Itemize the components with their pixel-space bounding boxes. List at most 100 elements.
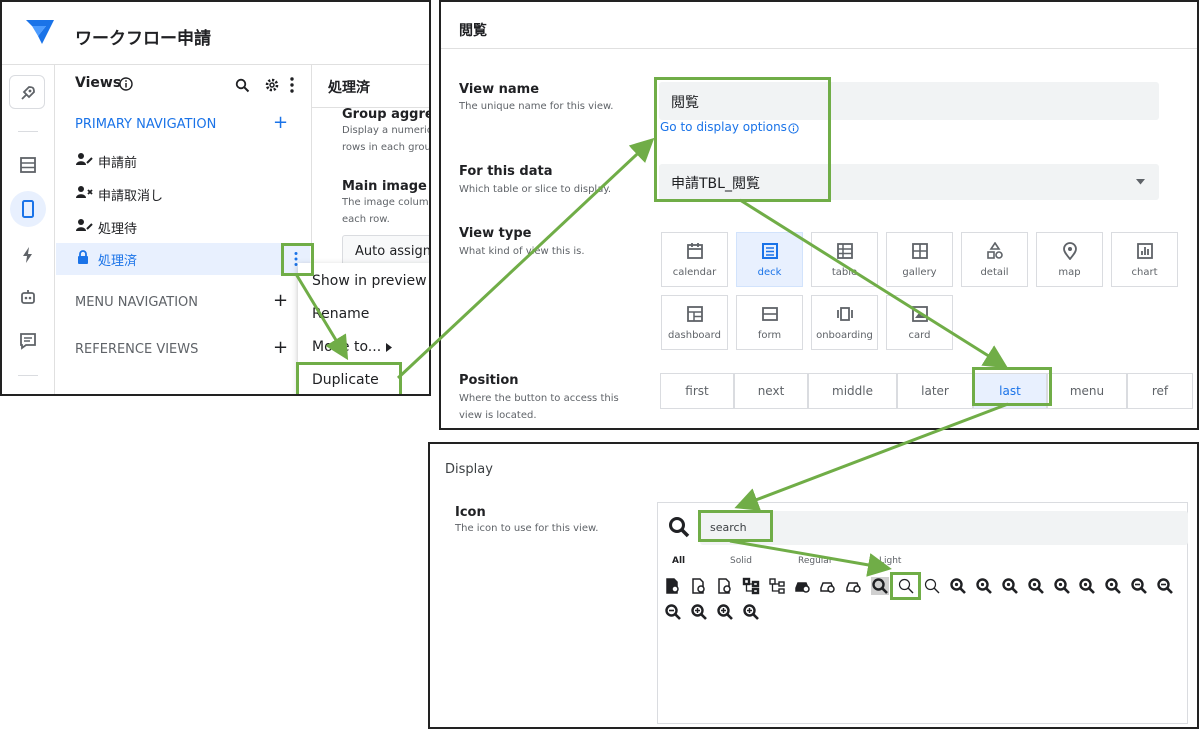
gallery-icon	[912, 243, 928, 259]
gear-icon[interactable]	[264, 77, 280, 93]
group-aggregate-desc: rows in each grou	[342, 142, 431, 153]
car-search-icon[interactable]	[794, 577, 812, 595]
file-search-icon[interactable]	[690, 577, 708, 595]
highlight-box	[281, 243, 314, 276]
menu-rename[interactable]: Rename	[312, 306, 369, 322]
zoom-icon[interactable]	[1053, 577, 1071, 595]
position-desc: Where the button to access this	[459, 393, 619, 404]
position-desc: view is located.	[459, 410, 537, 421]
search-icon[interactable]	[235, 78, 250, 93]
icon-label: Icon	[455, 505, 486, 520]
group-aggregate-desc: Display a numeric	[342, 125, 431, 136]
car-search-icon[interactable]	[819, 577, 837, 595]
icon-tab-regular[interactable]: Regular	[798, 556, 833, 566]
position-menu[interactable]: menu	[1047, 373, 1127, 409]
menu-show-in-preview[interactable]: Show in preview	[312, 273, 427, 289]
view-type-label: View type	[459, 226, 532, 241]
nav-item-2[interactable]: 処理待	[56, 211, 310, 241]
chart-icon	[1137, 243, 1153, 259]
more-vert-icon[interactable]	[289, 76, 295, 94]
view-type-label-text: calendar	[672, 267, 717, 278]
file-search-icon[interactable]	[716, 577, 734, 595]
bolt-icon[interactable]	[16, 243, 40, 267]
view-type-deck-selected[interactable]: deck	[736, 232, 803, 287]
zoom-out-icon[interactable]	[1130, 577, 1148, 595]
rail-divider	[18, 131, 38, 132]
zoom-icon[interactable]	[1001, 577, 1019, 595]
robot-icon[interactable]	[16, 285, 40, 309]
view-type-onboarding[interactable]: onboarding	[811, 295, 878, 350]
zoom-in-icon[interactable]	[690, 603, 708, 621]
add-menu-view-button[interactable]: +	[273, 290, 288, 311]
zoom-out-icon[interactable]	[664, 603, 682, 621]
position-first[interactable]: first	[660, 373, 734, 409]
rail-views-button[interactable]	[10, 191, 46, 227]
views-panel: ワークフロー申請 Views PRIMARY NAVIGATION + 申請前 …	[0, 0, 431, 396]
rail-launch-button[interactable]	[9, 75, 45, 109]
view-type-dashboard[interactable]: dashboard	[661, 295, 728, 350]
user-edit-icon	[76, 219, 93, 231]
icon-tab-all[interactable]: All	[672, 556, 685, 566]
reference-views-heading: REFERENCE VIEWS	[75, 342, 199, 357]
view-type-label-text: dashboard	[668, 330, 721, 341]
caret-right-icon	[386, 343, 392, 352]
view-type-chart[interactable]: chart	[1111, 232, 1178, 287]
tree-icon[interactable]	[742, 577, 760, 595]
search-icon[interactable]	[871, 577, 890, 595]
zoom-icon[interactable]	[1078, 577, 1096, 595]
search-icon[interactable]	[923, 577, 941, 595]
car-search-icon[interactable]	[845, 577, 863, 595]
main-image-desc: each row.	[342, 214, 390, 225]
view-type-card[interactable]: card	[886, 295, 953, 350]
search-icon	[669, 517, 690, 538]
icon-search-input[interactable]: search	[700, 511, 1188, 545]
map-pin-icon	[1063, 242, 1077, 260]
nav-item-label: 処理済	[98, 254, 138, 269]
add-primary-view-button[interactable]: +	[273, 112, 288, 133]
view-type-label-text: card	[908, 330, 931, 341]
nav-item-1[interactable]: 申請取消し	[56, 178, 310, 208]
info-icon[interactable]	[119, 77, 133, 91]
view-type-gallery[interactable]: gallery	[886, 232, 953, 287]
zoom-icon[interactable]	[975, 577, 993, 595]
position-later[interactable]: later	[897, 373, 973, 409]
zoom-icon[interactable]	[949, 577, 967, 595]
zoom-in-icon[interactable]	[742, 603, 760, 621]
position-middle[interactable]: middle	[808, 373, 897, 409]
zoom-icon[interactable]	[1027, 577, 1045, 595]
nav-item-label: 処理待	[98, 222, 138, 237]
for-data-desc: Which table or slice to display.	[459, 184, 612, 195]
nav-item-3-selected[interactable]: 処理済	[56, 243, 310, 275]
lock-icon	[78, 250, 88, 264]
view-settings-panel: 閲覧 View name The unique name for this vi…	[439, 0, 1199, 430]
view-type-form[interactable]: form	[736, 295, 803, 350]
group-aggregate-label: Group aggrega	[342, 107, 429, 122]
icon-tab-solid[interactable]: Solid	[730, 556, 752, 566]
form-icon	[762, 307, 778, 321]
tree-icon[interactable]	[768, 577, 786, 595]
view-type-table[interactable]: table	[811, 232, 878, 287]
table-icon[interactable]	[16, 153, 40, 177]
menu-move-to[interactable]: Move to...	[312, 339, 381, 355]
zoom-out-icon[interactable]	[1156, 577, 1174, 595]
view-name-label: View name	[459, 82, 540, 97]
position-next[interactable]: next	[734, 373, 808, 409]
icon-tab-light[interactable]: Light	[879, 556, 901, 566]
highlight-box	[296, 362, 402, 394]
view-type-map[interactable]: map	[1036, 232, 1103, 287]
position-ref[interactable]: ref	[1127, 373, 1193, 409]
primary-nav-heading: PRIMARY NAVIGATION	[75, 117, 217, 132]
highlight-box	[654, 77, 831, 202]
file-search-icon[interactable]	[664, 577, 682, 595]
zoom-in-icon[interactable]	[716, 603, 734, 621]
view-type-detail[interactable]: detail	[961, 232, 1028, 287]
add-reference-view-button[interactable]: +	[273, 337, 288, 358]
search-icon[interactable]	[897, 577, 915, 595]
nav-item-0[interactable]: 申請前	[56, 145, 310, 175]
view-type-desc: What kind of view this is.	[459, 246, 585, 257]
main-image-desc: The image colum	[342, 197, 429, 208]
view-type-calendar[interactable]: calendar	[661, 232, 728, 287]
rail-divider	[18, 375, 38, 376]
zoom-icon[interactable]	[1104, 577, 1122, 595]
chat-icon[interactable]	[16, 329, 40, 353]
